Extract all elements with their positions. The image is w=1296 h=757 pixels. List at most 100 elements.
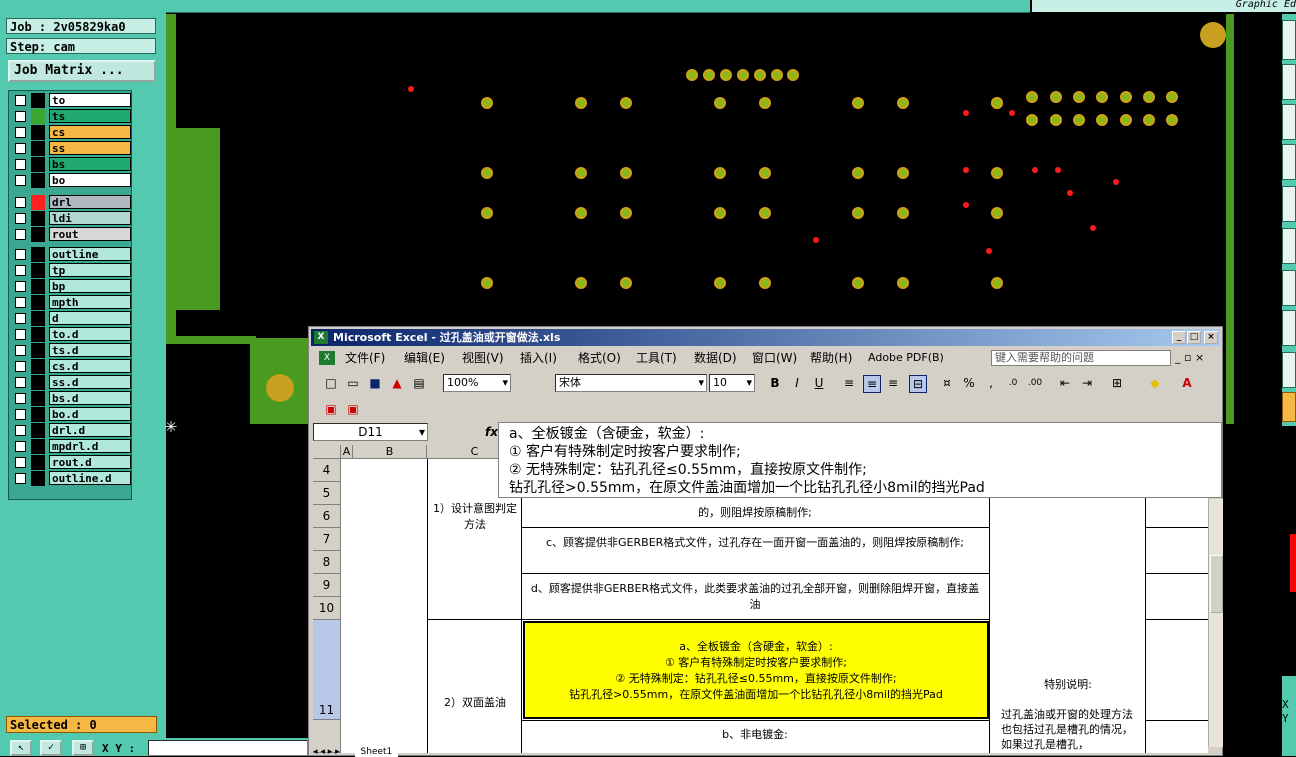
layer-name[interactable]: bs.d xyxy=(49,391,131,405)
layer-row-ts-d[interactable]: ts.d xyxy=(13,343,131,358)
name-box[interactable]: D11 ▾ xyxy=(313,423,428,441)
open-icon[interactable]: ▭ xyxy=(345,375,361,391)
tool-button-9[interactable] xyxy=(1282,352,1296,388)
layer-color-swatch[interactable] xyxy=(31,109,45,124)
decrease-decimal-icon[interactable]: .00 xyxy=(1027,375,1043,391)
borders-icon[interactable]: ⊞ xyxy=(1109,375,1125,391)
layer-checkbox[interactable] xyxy=(15,95,26,106)
tool-button-1[interactable] xyxy=(1282,20,1296,60)
layer-checkbox[interactable] xyxy=(15,213,26,224)
cell-d11-selected[interactable]: a、全板镀金（含硬金，软金）: ① 客户有特殊制定时按客户要求制作; ② 无特殊… xyxy=(523,621,989,719)
layer-row-rout[interactable]: rout xyxy=(13,227,131,242)
font-color-icon[interactable]: A xyxy=(1179,375,1195,391)
column-header-b[interactable]: B xyxy=(353,445,427,459)
layer-checkbox[interactable] xyxy=(15,297,26,308)
tool-button-3[interactable] xyxy=(1282,104,1296,140)
layer-row-rout-d[interactable]: rout.d xyxy=(13,455,131,470)
layer-name[interactable]: rout xyxy=(49,227,131,241)
tool-button-6[interactable] xyxy=(1282,228,1296,264)
maximize-button[interactable]: □ xyxy=(1187,331,1201,344)
tool-button-5[interactable] xyxy=(1282,186,1296,222)
decrease-indent-icon[interactable]: ⇤ xyxy=(1057,375,1073,391)
layer-name[interactable]: bs xyxy=(49,157,131,171)
layer-name[interactable]: drl xyxy=(49,195,131,209)
tool-button-10[interactable] xyxy=(1282,392,1296,422)
layer-color-swatch[interactable] xyxy=(31,311,45,326)
layer-checkbox[interactable] xyxy=(15,457,26,468)
cell-d7[interactable]: c、顾客提供非GERBER格式文件，过孔存在一面开窗一面盖油的，则阻焊按原稿制作… xyxy=(527,535,983,551)
align-center-icon[interactable]: ≡ xyxy=(863,375,881,393)
layer-color-swatch[interactable] xyxy=(31,93,45,108)
comma-icon[interactable]: , xyxy=(983,375,999,391)
font-select[interactable]: 宋体 ▾ xyxy=(555,374,707,392)
layer-row-cs[interactable]: cs xyxy=(13,125,131,140)
layer-color-swatch[interactable] xyxy=(31,343,45,358)
xy-input[interactable] xyxy=(148,740,308,756)
close-button[interactable]: × xyxy=(1204,331,1218,344)
fx-icon[interactable]: fx xyxy=(485,425,498,439)
layer-checkbox[interactable] xyxy=(15,111,26,122)
cell-d5[interactable]: 的，则阻焊按原稿制作; xyxy=(527,505,983,521)
layer-color-swatch[interactable] xyxy=(31,359,45,374)
cell-c-design-method[interactable]: 1）设计意图判定方法 xyxy=(429,501,521,533)
convert-pdf-icon[interactable]: ▣ xyxy=(323,401,339,417)
layer-color-swatch[interactable] xyxy=(31,439,45,454)
layer-color-swatch[interactable] xyxy=(31,195,45,210)
layer-name[interactable]: bp xyxy=(49,279,131,293)
layer-name[interactable]: mpth xyxy=(49,295,131,309)
layer-name[interactable]: cs xyxy=(49,125,131,139)
layer-name[interactable]: to xyxy=(49,93,131,107)
increase-decimal-icon[interactable]: .0 xyxy=(1005,375,1021,391)
menu-view[interactable]: 视图(V) xyxy=(462,348,504,368)
layer-row-to-d[interactable]: to.d xyxy=(13,327,131,342)
layer-checkbox[interactable] xyxy=(15,441,26,452)
row-header-4[interactable]: 4 xyxy=(313,459,341,482)
layer-color-swatch[interactable] xyxy=(31,211,45,226)
layer-name[interactable]: drl.d xyxy=(49,423,131,437)
layer-row-mpth[interactable]: mpth xyxy=(13,295,131,310)
layer-checkbox[interactable] xyxy=(15,197,26,208)
layer-name[interactable]: mpdrl.d xyxy=(49,439,131,453)
layer-name[interactable]: ldi xyxy=(49,211,131,225)
doc-window-controls[interactable]: _ ▫ × xyxy=(1175,348,1204,368)
column-header-a[interactable]: A xyxy=(341,445,353,459)
tool-button-8[interactable] xyxy=(1282,310,1296,346)
menu-tools[interactable]: 工具(T) xyxy=(636,348,677,368)
layer-row-bo[interactable]: bo xyxy=(13,173,131,188)
menu-file[interactable]: 文件(F) xyxy=(345,348,385,368)
percent-icon[interactable]: % xyxy=(961,375,977,391)
layer-checkbox[interactable] xyxy=(15,425,26,436)
layer-color-swatch[interactable] xyxy=(31,263,45,278)
increase-indent-icon[interactable]: ⇥ xyxy=(1079,375,1095,391)
layer-checkbox[interactable] xyxy=(15,409,26,420)
layer-checkbox[interactable] xyxy=(15,329,26,340)
currency-icon[interactable]: ¤ xyxy=(939,375,955,391)
layer-checkbox[interactable] xyxy=(15,143,26,154)
layer-checkbox[interactable] xyxy=(15,473,26,484)
layer-checkbox[interactable] xyxy=(15,175,26,186)
align-right-icon[interactable]: ≡ xyxy=(885,375,901,391)
merge-center-icon[interactable]: ⊟ xyxy=(909,375,927,393)
layer-color-swatch[interactable] xyxy=(31,247,45,262)
menu-help[interactable]: 帮助(H) xyxy=(810,348,852,368)
layer-checkbox[interactable] xyxy=(15,377,26,388)
layer-name[interactable]: outline.d xyxy=(49,471,131,485)
layer-color-swatch[interactable] xyxy=(31,279,45,294)
formula-bar-expanded[interactable]: a、全板镀金（含硬金，软金）: ① 客户有特殊制定时按客户要求制作; ② 无特殊… xyxy=(498,422,1222,498)
row-header-7[interactable]: 7 xyxy=(313,528,341,551)
layer-checkbox[interactable] xyxy=(15,313,26,324)
layer-name[interactable]: ss.d xyxy=(49,375,131,389)
print-icon[interactable]: ▤ xyxy=(411,375,427,391)
row-header-6[interactable]: 6 xyxy=(313,505,341,528)
cell-e11-title[interactable]: 特别说明: xyxy=(1003,677,1133,693)
select-all-corner[interactable] xyxy=(313,445,341,459)
layer-name[interactable]: to.d xyxy=(49,327,131,341)
fill-color-icon[interactable]: ◆ xyxy=(1147,375,1163,391)
tool-button-4[interactable] xyxy=(1282,144,1296,180)
save-icon[interactable]: ■ xyxy=(367,375,383,391)
layer-checkbox[interactable] xyxy=(15,229,26,240)
layer-name[interactable]: cs.d xyxy=(49,359,131,373)
layer-row-ss[interactable]: ss xyxy=(13,141,131,156)
layer-checkbox[interactable] xyxy=(15,249,26,260)
layer-row-cs-d[interactable]: cs.d xyxy=(13,359,131,374)
